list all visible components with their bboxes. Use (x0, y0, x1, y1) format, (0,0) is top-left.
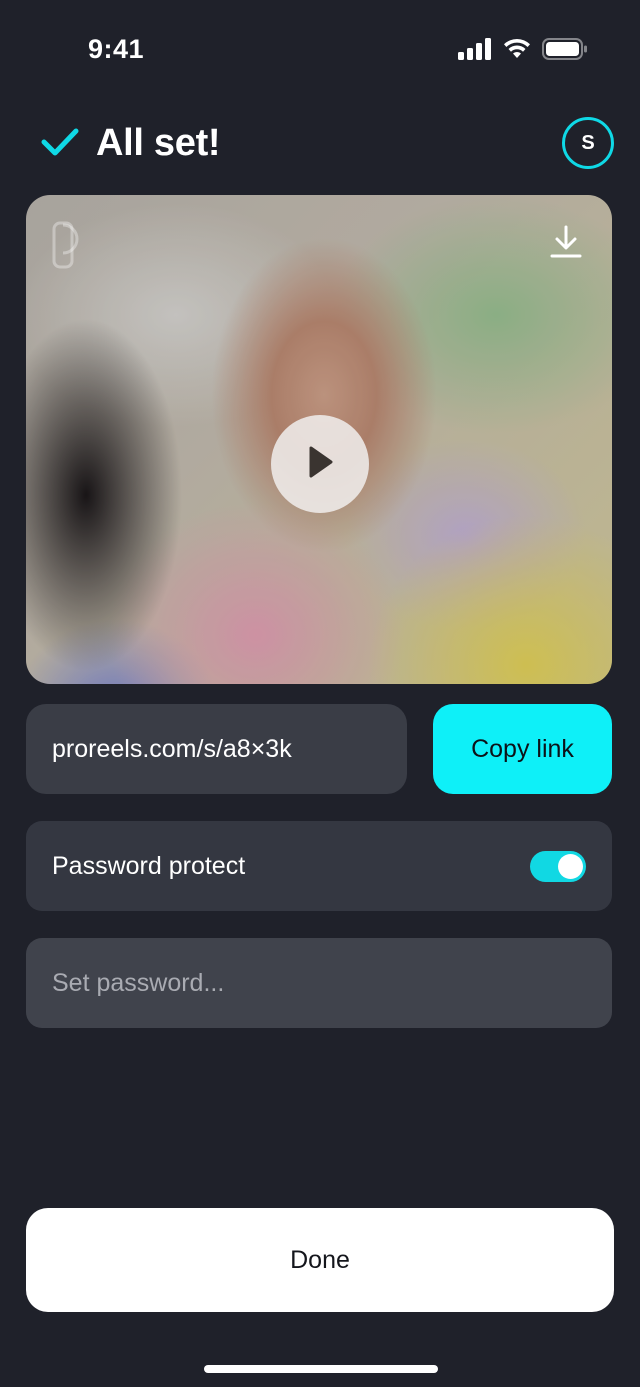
wifi-icon (502, 38, 532, 65)
download-icon[interactable] (550, 225, 582, 264)
home-indicator (204, 1365, 438, 1373)
share-link-field[interactable]: proreels.com/s/a8×3k (26, 704, 407, 794)
header: All set! S (40, 112, 614, 178)
password-input[interactable] (26, 938, 612, 1028)
page-title: All set! (96, 122, 221, 164)
toggle-knob (558, 853, 583, 879)
play-button[interactable] (271, 415, 369, 513)
copy-link-button[interactable]: Copy link (433, 704, 612, 794)
cellular-signal-icon (458, 38, 492, 65)
status-icons (458, 38, 588, 65)
status-time: 9:41 (88, 34, 145, 64)
done-button[interactable]: Done (26, 1208, 614, 1312)
avatar[interactable]: S (562, 117, 614, 169)
password-protect-toggle[interactable] (530, 850, 586, 882)
checkmark-icon (40, 126, 80, 163)
video-preview[interactable] (26, 195, 612, 684)
battery-icon (542, 38, 588, 65)
play-icon (305, 444, 335, 485)
brand-logo-icon (52, 221, 92, 276)
share-link-text: proreels.com/s/a8×3k (52, 734, 292, 763)
status-bar: 9:41 (0, 0, 640, 100)
password-protect-label: Password protect (52, 851, 246, 880)
password-protect-row: Password protect (26, 821, 612, 911)
